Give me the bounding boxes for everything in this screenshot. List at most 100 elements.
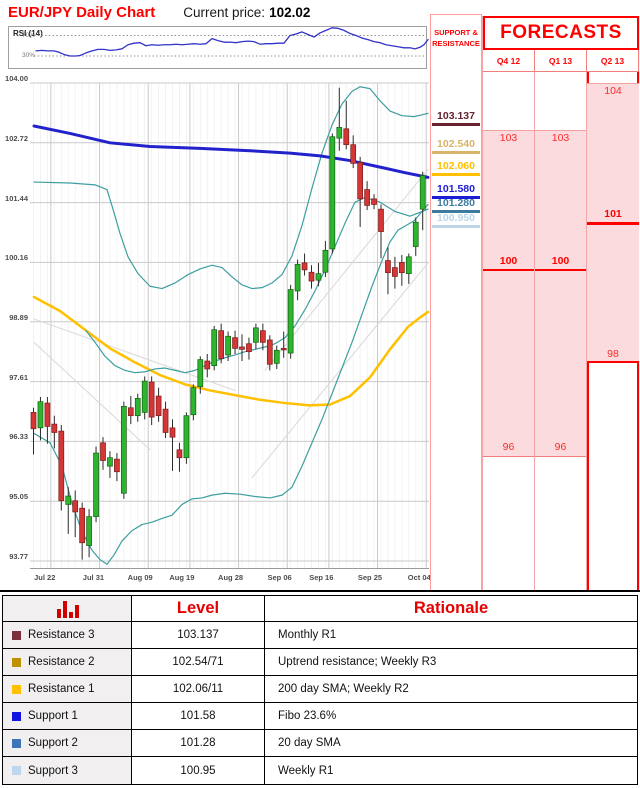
rationale-cell: Fibo 23.6% <box>265 703 637 730</box>
candle-body <box>142 381 147 412</box>
candle-body <box>413 222 418 246</box>
rationale-column-header: Rationale <box>265 596 637 622</box>
level-value-cell: 101.28 <box>132 730 265 757</box>
candle-body <box>233 338 238 349</box>
forecast-target-line <box>483 269 534 272</box>
forecast-value-label: 103 <box>535 132 586 145</box>
candle-body <box>80 508 85 543</box>
candle-body <box>121 406 126 493</box>
date-axis-label: Sep 06 <box>250 573 292 582</box>
candle-body <box>267 340 272 364</box>
candle-body <box>184 416 189 458</box>
date-axis-label: Sep 25 <box>340 573 382 582</box>
table-corner-cell <box>3 596 132 622</box>
boll-upper-line <box>34 87 428 289</box>
sr-level-label: 101.580 <box>431 183 481 195</box>
candle-body <box>52 424 57 432</box>
candle-body <box>163 409 168 432</box>
level-color-swatch <box>12 685 21 694</box>
candle-body <box>385 261 390 273</box>
candle-body <box>288 290 293 354</box>
candle-body <box>135 398 140 415</box>
candle-body <box>45 403 50 426</box>
level-color-swatch <box>12 658 21 667</box>
candle-body <box>128 408 133 416</box>
price-axis-label: 96.33 <box>0 432 28 441</box>
candle-body <box>358 162 363 198</box>
forecast-quarter-header: Q2 13 <box>587 50 639 72</box>
price-axis-label: 101.44 <box>0 194 28 203</box>
date-axis-label: Aug 09 <box>111 573 153 582</box>
candle-body <box>170 428 175 437</box>
level-name: Support 3 <box>28 765 78 777</box>
candle-body <box>399 262 404 272</box>
forecast-value-label: 96 <box>483 441 534 454</box>
price-axis-label: 95.05 <box>0 492 28 501</box>
level-value-cell: 103.137 <box>132 622 265 649</box>
forecast-value-label: 100 <box>535 255 586 268</box>
bar-chart-icon <box>54 599 81 618</box>
candle-body <box>212 330 217 366</box>
sr-level-line <box>432 123 480 126</box>
price-axis-label: 102.72 <box>0 134 28 143</box>
forecast-value-label: 103 <box>483 132 534 145</box>
sma-200-line <box>34 126 428 177</box>
date-axis-label: Aug 19 <box>152 573 194 582</box>
sr-level-label: 102.540 <box>431 138 481 150</box>
candle-body <box>365 190 370 206</box>
date-axis-label: Aug 28 <box>201 573 243 582</box>
candle-body <box>219 331 224 359</box>
date-axis-label: Sep 16 <box>291 573 333 582</box>
trend-desc-2-line <box>34 319 235 390</box>
candle-body <box>59 431 64 501</box>
level-name: Resistance 2 <box>28 656 94 668</box>
rationale-cell: Weekly R1 <box>265 757 637 784</box>
level-color-swatch <box>12 712 21 721</box>
candle-body <box>177 450 182 458</box>
forecast-column: 103 100 96 <box>535 72 587 591</box>
table-row-name-cell: Support 1 <box>3 703 132 730</box>
candle-body <box>101 443 106 461</box>
level-name: Resistance 3 <box>28 629 94 641</box>
level-value-cell: 102.06/11 <box>132 676 265 703</box>
candle-body <box>31 412 36 428</box>
table-row-name-cell: Resistance 3 <box>3 622 132 649</box>
candle-body <box>87 517 92 546</box>
candle-body <box>38 402 43 428</box>
forecast-value-label: 96 <box>535 441 586 454</box>
forecast-range-zone <box>483 130 534 457</box>
candle-body <box>316 274 321 281</box>
level-color-swatch <box>12 739 21 748</box>
candle-body <box>372 199 377 205</box>
forecast-range-zone <box>535 130 586 457</box>
level-name: Support 2 <box>28 737 78 749</box>
date-axis-label: Oct 04 <box>389 573 431 582</box>
forecast-target-line <box>587 222 639 225</box>
candle-body <box>309 272 314 281</box>
forecast-target-line <box>535 269 586 272</box>
candle-body <box>420 176 425 210</box>
section-divider <box>0 590 640 592</box>
price-axis-label: 100.16 <box>0 253 28 262</box>
candle-body <box>205 361 210 369</box>
candle-body <box>149 382 154 417</box>
rsi-series <box>36 28 428 56</box>
level-name: Support 1 <box>28 710 78 722</box>
forecasts-panel: FORECASTS Q4 1210310096Q1 1310310096Q2 1… <box>482 16 638 591</box>
table-row-name-cell: Support 3 <box>3 757 132 784</box>
candle-body <box>198 360 203 387</box>
candle-body <box>295 264 300 291</box>
table-row-name-cell: Resistance 2 <box>3 649 132 676</box>
forecast-value-label: 98 <box>587 348 639 361</box>
level-name: Resistance 1 <box>28 683 94 695</box>
sr-level-line <box>432 225 480 228</box>
date-axis-label: Jul 31 <box>62 573 104 582</box>
candle-body <box>274 350 279 363</box>
rationale-cell: 20 day SMA <box>265 730 637 757</box>
candle-body <box>226 336 231 355</box>
table-row-name-cell: Resistance 1 <box>3 676 132 703</box>
candle-body <box>73 501 78 512</box>
level-column-header: Level <box>132 596 265 622</box>
forecast-quarter-header: Q4 12 <box>483 50 535 72</box>
level-value-cell: 100.95 <box>132 757 265 784</box>
